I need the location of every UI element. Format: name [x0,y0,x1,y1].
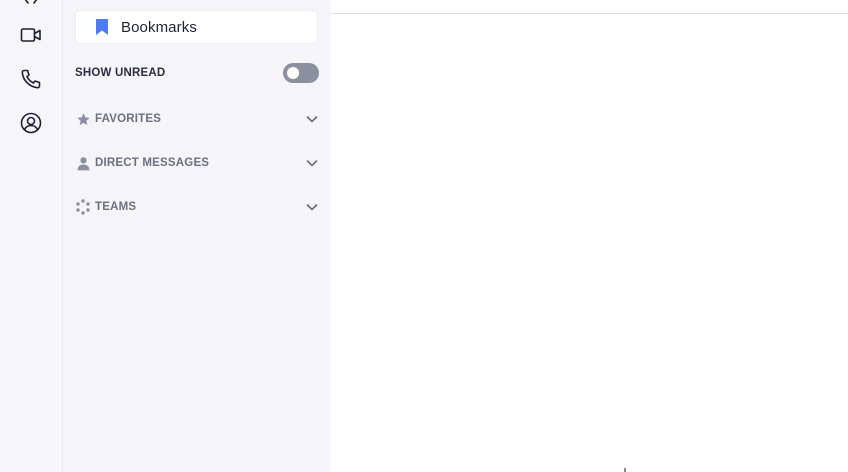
section-label: FAVORITES [95,113,162,125]
section-favorites[interactable]: FAVORITES [75,108,319,130]
video-icon [19,23,43,47]
chevron-down-icon[interactable] [305,200,319,214]
app-rail [0,0,63,472]
bookmark-icon [95,18,109,36]
rail-phone-button[interactable] [15,63,47,95]
show-unread-label: SHOW UNREAD [75,67,166,79]
person-icon [75,155,91,171]
section-teams[interactable]: TEAMS [75,196,319,218]
rail-video-button[interactable] [15,19,47,51]
chevron-down-icon[interactable] [305,112,319,126]
header-divider [331,13,848,14]
section-direct-messages[interactable]: DIRECT MESSAGES [75,152,319,174]
toggle-knob [287,67,299,79]
show-unread-toggle[interactable] [283,63,319,83]
bookmarks-item[interactable]: Bookmarks [75,10,318,44]
sidebar: Bookmarks SHOW UNREAD FAVORITES DIRECT M… [63,0,331,472]
rail-partial-icon [23,0,39,4]
teams-dots-icon [75,199,91,215]
section-label: TEAMS [95,201,137,213]
phone-icon [19,67,43,91]
main-content [331,0,848,472]
section-label: DIRECT MESSAGES [95,157,210,169]
bookmarks-label: Bookmarks [121,18,197,36]
rail-profile-button[interactable] [15,107,47,139]
user-circle-icon [19,111,43,135]
star-icon [75,111,91,127]
show-unread-row: SHOW UNREAD [75,62,319,84]
cursor-mark [624,468,626,472]
chevron-down-icon[interactable] [305,156,319,170]
